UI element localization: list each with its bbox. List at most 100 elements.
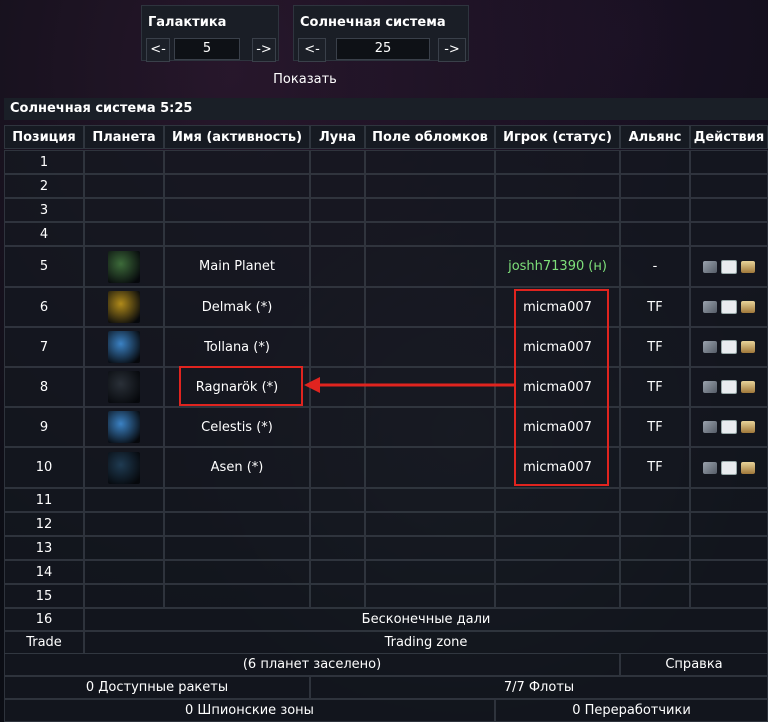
player-cell xyxy=(495,174,620,198)
planet-cell xyxy=(84,560,164,584)
buddy-request-icon[interactable] xyxy=(741,421,755,433)
row-position: 10 xyxy=(4,447,84,488)
galaxy-label: Галактика xyxy=(148,15,227,30)
spy-zones-count: 0 Шпионские зоны xyxy=(4,699,495,722)
espionage-icon[interactable] xyxy=(703,421,717,433)
buddy-request-icon[interactable] xyxy=(741,301,755,313)
planet-name[interactable]: Delmak (*) xyxy=(164,287,310,327)
galaxy-nav: Галактика <- 5 -> xyxy=(141,5,279,62)
actions-cell xyxy=(690,488,768,512)
moon-cell xyxy=(310,407,365,447)
debris-cell xyxy=(365,287,495,327)
message-icon[interactable] xyxy=(721,460,737,475)
row-position: 4 xyxy=(4,222,84,246)
actions-cell xyxy=(690,536,768,560)
planet-cell[interactable] xyxy=(84,287,164,327)
alliance-cell[interactable]: - xyxy=(620,246,690,287)
planet-cell xyxy=(84,536,164,560)
planet-name[interactable]: Main Planet xyxy=(164,246,310,287)
moon-cell xyxy=(310,584,365,608)
message-icon[interactable] xyxy=(721,340,737,354)
row-position: 8 xyxy=(4,367,84,407)
debris-cell xyxy=(365,198,495,222)
espionage-icon[interactable] xyxy=(703,461,717,474)
row-position: 6 xyxy=(4,287,84,327)
message-icon[interactable] xyxy=(721,380,737,394)
dark-planet-icon[interactable] xyxy=(108,371,140,403)
espionage-icon[interactable] xyxy=(703,341,717,353)
expedition-cell[interactable]: Бесконечные дали xyxy=(84,608,768,631)
planet-name[interactable]: Tollana (*) xyxy=(164,327,310,367)
buddy-request-icon[interactable] xyxy=(741,341,755,353)
message-icon[interactable] xyxy=(721,300,737,314)
debris-cell xyxy=(365,447,495,488)
blue-planet-icon[interactable] xyxy=(108,411,140,443)
buddy-request-icon[interactable] xyxy=(741,461,755,474)
header-alliance: Альянс xyxy=(620,125,690,149)
buddy-request-icon[interactable] xyxy=(741,381,755,393)
dark-blue-planet-icon[interactable] xyxy=(108,451,140,484)
planet-cell[interactable] xyxy=(84,407,164,447)
row-position: 11 xyxy=(4,488,84,512)
actions-cell xyxy=(690,327,768,367)
gold-planet-icon[interactable] xyxy=(108,291,140,323)
message-icon[interactable] xyxy=(721,259,737,274)
show-button[interactable]: Показать xyxy=(272,70,338,90)
galaxy-next-button[interactable]: -> xyxy=(252,38,276,62)
planet-cell xyxy=(84,488,164,512)
player-cell[interactable]: joshh71390 (н) xyxy=(495,246,620,287)
alliance-cell[interactable]: TF xyxy=(620,327,690,367)
highlight-ragnarok-box xyxy=(179,366,303,406)
planet-cell[interactable] xyxy=(84,246,164,287)
espionage-icon[interactable] xyxy=(703,301,717,313)
alliance-cell[interactable]: TF xyxy=(620,287,690,327)
galaxy-prev-button[interactable]: <- xyxy=(146,38,170,62)
system-input[interactable]: 25 xyxy=(336,38,430,60)
planet-cell[interactable] xyxy=(84,367,164,407)
message-icon[interactable] xyxy=(721,420,737,434)
actions-cell xyxy=(690,584,768,608)
moon-cell xyxy=(310,246,365,287)
header-actions: Действия xyxy=(690,125,768,149)
player-name[interactable]: joshh71390 xyxy=(508,259,584,274)
actions-cell xyxy=(690,246,768,287)
espionage-icon[interactable] xyxy=(703,260,717,273)
row-position: 3 xyxy=(4,198,84,222)
system-next-button[interactable]: -> xyxy=(438,38,466,62)
buddy-request-icon[interactable] xyxy=(741,260,755,273)
planet-name xyxy=(164,222,310,246)
player-cell xyxy=(495,536,620,560)
galaxy-input[interactable]: 5 xyxy=(174,38,240,60)
debris-cell xyxy=(365,536,495,560)
moon-cell xyxy=(310,327,365,367)
alliance-cell[interactable]: TF xyxy=(620,407,690,447)
alliance-cell[interactable]: TF xyxy=(620,367,690,407)
planet-name[interactable]: Asen (*) xyxy=(164,447,310,488)
planet-name xyxy=(164,512,310,536)
actions-cell xyxy=(690,174,768,198)
moon-cell xyxy=(310,174,365,198)
green-planet-icon[interactable] xyxy=(108,250,140,283)
fleets-count: 7/7 Флоты xyxy=(310,676,768,699)
highlight-players-box xyxy=(514,289,609,486)
actions-cell xyxy=(690,447,768,488)
blue-planet-icon[interactable] xyxy=(108,331,140,363)
espionage-icon[interactable] xyxy=(703,381,717,393)
planet-cell xyxy=(84,222,164,246)
debris-cell xyxy=(365,512,495,536)
row-position: 15 xyxy=(4,584,84,608)
actions-cell xyxy=(690,150,768,174)
row-position: 2 xyxy=(4,174,84,198)
trading-zone-cell[interactable]: Trading zone xyxy=(84,631,768,654)
planet-cell[interactable] xyxy=(84,327,164,367)
alliance-cell[interactable]: TF xyxy=(620,447,690,488)
row-position: 16 xyxy=(4,608,84,631)
system-prev-button[interactable]: <- xyxy=(298,38,326,62)
planet-cell[interactable] xyxy=(84,447,164,488)
moon-cell xyxy=(310,447,365,488)
planet-name[interactable]: Celestis (*) xyxy=(164,407,310,447)
moon-cell xyxy=(310,287,365,327)
planet-cell xyxy=(84,512,164,536)
debris-cell xyxy=(365,246,495,287)
help-link[interactable]: Справка xyxy=(620,653,768,676)
